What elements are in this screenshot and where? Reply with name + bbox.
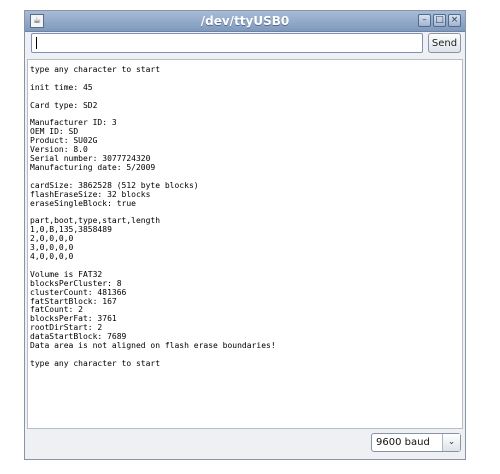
serial-output-text: type any character to start init time: 4… [30,65,276,368]
serial-input-field[interactable] [31,33,423,53]
maximize-icon[interactable]: □ [433,14,446,27]
window-title: /dev/ttyUSB0 [200,14,290,28]
text-caret [36,37,37,49]
chevron-down-icon[interactable]: ⌄ [442,434,460,451]
close-icon[interactable]: × [448,14,461,27]
baud-rate-value: 9600 baud [376,437,430,448]
baud-rate-select[interactable]: 9600 baud ⌄ [371,433,461,452]
minimize-icon[interactable]: – [418,14,431,27]
serial-monitor-window: ☕ /dev/ttyUSB0 – □ × Send type any chara… [24,10,466,460]
title-bar[interactable]: ☕ /dev/ttyUSB0 – □ × [25,11,465,32]
serial-output-area[interactable]: type any character to start init time: 4… [27,59,463,429]
send-button[interactable]: Send [428,33,461,53]
